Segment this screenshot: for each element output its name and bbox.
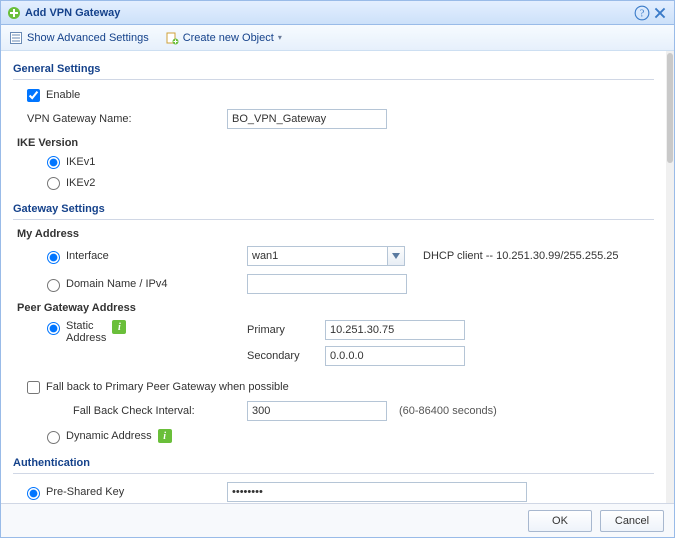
new-object-icon [165, 31, 179, 45]
ikev1-radio[interactable] [47, 156, 60, 169]
dialog-window: Add VPN Gateway ? Show Advanced Settings… [0, 0, 675, 538]
help-icon[interactable]: ? [634, 5, 650, 21]
fallback-label: Fall back to Primary Peer Gateway when p… [46, 381, 289, 393]
svg-text:?: ? [640, 8, 645, 19]
peer-gateway-heading: Peer Gateway Address [17, 302, 654, 314]
domain-input[interactable] [247, 274, 407, 294]
domain-label: Domain Name / IPv4 [66, 278, 167, 290]
chevron-down-icon[interactable] [387, 246, 405, 266]
secondary-label: Secondary [247, 350, 325, 362]
create-new-object-menu[interactable]: Create new Object ▾ [165, 31, 282, 45]
vertical-scrollbar[interactable] [666, 51, 674, 503]
toolbar: Show Advanced Settings Create new Object… [1, 25, 674, 51]
settings-icon [9, 31, 23, 45]
static-address-radio[interactable] [47, 322, 60, 335]
interval-hint: (60-86400 seconds) [399, 405, 497, 417]
section-authentication: Authentication [13, 451, 654, 474]
section-gateway-settings: Gateway Settings [13, 197, 654, 220]
fallback-checkbox[interactable] [27, 381, 40, 394]
dynamic-address-label: Dynamic Address [66, 430, 152, 442]
psk-input[interactable] [227, 482, 527, 502]
enable-label: Enable [46, 89, 80, 101]
ike-version-heading: IKE Version [17, 137, 654, 149]
show-advanced-label: Show Advanced Settings [27, 32, 149, 44]
psk-label: Pre-Shared Key [46, 486, 124, 498]
dialog-title: Add VPN Gateway [25, 7, 120, 19]
ikev2-radio[interactable] [47, 177, 60, 190]
vpn-gateway-name-label: VPN Gateway Name: [27, 113, 227, 125]
info-icon[interactable]: i [158, 429, 172, 443]
ikev1-label: IKEv1 [66, 156, 95, 168]
dynamic-address-radio[interactable] [47, 431, 60, 444]
domain-radio[interactable] [47, 279, 60, 292]
scrollbar-thumb[interactable] [667, 53, 673, 163]
chevron-down-icon: ▾ [278, 33, 282, 42]
show-advanced-settings-link[interactable]: Show Advanced Settings [9, 31, 149, 45]
content-area: General Settings Enable VPN Gateway Name… [1, 51, 674, 503]
primary-input[interactable] [325, 320, 465, 340]
interface-label: Interface [66, 250, 109, 262]
interval-input[interactable] [247, 401, 387, 421]
close-icon[interactable] [652, 5, 668, 21]
my-address-heading: My Address [17, 228, 654, 240]
static-address-label: Static Address [66, 320, 106, 344]
interval-label: Fall Back Check Interval: [73, 405, 247, 417]
titlebar: Add VPN Gateway ? [1, 1, 674, 25]
info-icon[interactable]: i [112, 320, 126, 334]
ikev2-label: IKEv2 [66, 177, 95, 189]
enable-checkbox[interactable] [27, 89, 40, 102]
vpn-gateway-name-input[interactable] [227, 109, 387, 129]
dhcp-info-text: DHCP client -- 10.251.30.99/255.255.25 [423, 250, 618, 262]
cancel-button[interactable]: Cancel [600, 510, 664, 532]
create-new-object-label: Create new Object [183, 32, 274, 44]
interface-combo[interactable] [247, 246, 405, 266]
add-icon [7, 6, 21, 20]
ok-button[interactable]: OK [528, 510, 592, 532]
section-general-settings: General Settings [13, 61, 654, 80]
button-bar: OK Cancel [1, 503, 674, 537]
interface-radio[interactable] [47, 251, 60, 264]
psk-radio[interactable] [27, 487, 40, 500]
secondary-input[interactable] [325, 346, 465, 366]
primary-label: Primary [247, 324, 325, 336]
interface-input[interactable] [247, 246, 387, 266]
